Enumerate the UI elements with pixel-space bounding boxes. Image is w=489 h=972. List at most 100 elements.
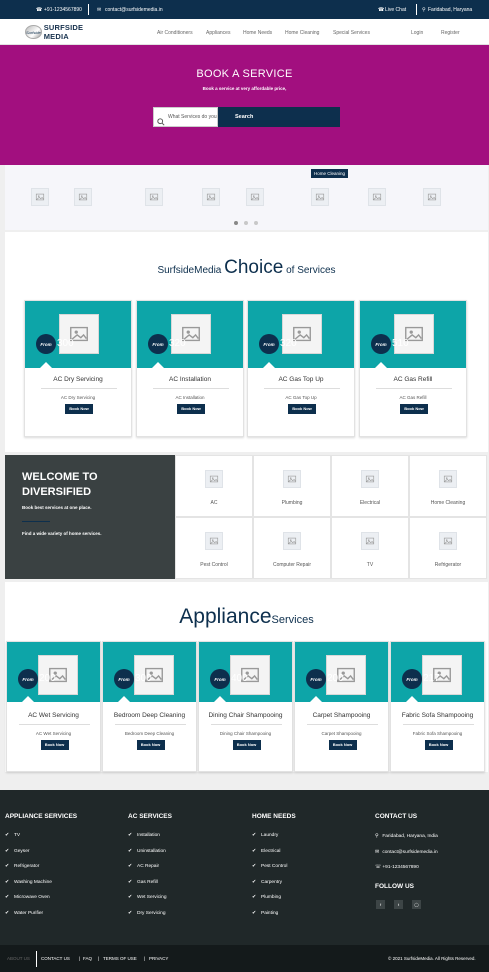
category-tile[interactable]: Home Cleaning: [409, 455, 487, 517]
welcome-divider: [22, 521, 50, 522]
footer-link-text: Washing Machine: [14, 879, 52, 885]
footer-link[interactable]: ✔ AC Repair: [128, 864, 159, 869]
slider-image-icon[interactable]: [423, 188, 441, 206]
slider-image-icon[interactable]: [74, 188, 92, 206]
live-chat-link[interactable]: Live Chat: [385, 7, 406, 13]
footer-link-text: Wet Servicing: [137, 895, 167, 900]
slider-image-icon[interactable]: [311, 188, 329, 206]
category-tile[interactable]: TV: [331, 517, 409, 579]
service-card[interactable]: From 300 Bedroom Deep Cleaning Bedroom Deep…: [102, 641, 197, 772]
category-tile[interactable]: Computer Repair: [253, 517, 331, 579]
book-now-button[interactable]: Book Now: [65, 404, 93, 414]
check-icon: ✔: [128, 895, 133, 900]
footer-link[interactable]: ✔ TV: [5, 833, 20, 838]
bottom-terms-link[interactable]: TERMS OF USE: [103, 956, 137, 961]
footer-col2-title: AC SERVICES: [128, 813, 172, 820]
category-tile[interactable]: Refrigerator: [409, 517, 487, 579]
footer-link[interactable]: ✔ Microwave Oven: [5, 895, 50, 900]
footer-link[interactable]: ✔ Plumbing: [252, 895, 281, 900]
footer-link-text: Painting: [261, 910, 279, 916]
slider-dot-1[interactable]: [234, 221, 238, 225]
footer-link[interactable]: ✔ Painting: [252, 911, 278, 916]
card-price: 217: [423, 673, 440, 684]
footer-link[interactable]: ✔ Washing Machine: [5, 880, 52, 885]
category-tile[interactable]: AC: [175, 455, 253, 517]
book-now-button[interactable]: Book Now: [136, 740, 165, 750]
twitter-icon[interactable]: t: [394, 900, 403, 909]
nav-special-services[interactable]: Special Services: [333, 30, 370, 36]
card-pointer: [152, 362, 164, 368]
category-image-icon: [205, 470, 223, 488]
nav-home-needs[interactable]: Home Needs: [243, 30, 272, 36]
bottom-faq-link[interactable]: FAQ: [83, 956, 92, 961]
slider-dot-2[interactable]: [244, 221, 248, 225]
instagram-icon[interactable]: ◯: [412, 900, 421, 909]
book-now-button[interactable]: Book Now: [328, 740, 357, 750]
footer-follow-title: FOLLOW US: [375, 883, 414, 890]
welcome-title-1: WELCOME TO: [22, 471, 98, 483]
service-card[interactable]: From 320 AC Installation AC Installation Boo…: [136, 300, 244, 437]
footer-link[interactable]: ✔ Electrical: [252, 849, 280, 854]
footer-link-text: Pest Control: [261, 864, 288, 869]
card-title: AC Wet Servicing: [28, 712, 79, 719]
footer-link[interactable]: ✔ Water Purifier: [5, 911, 43, 916]
slider-image-icon[interactable]: [31, 188, 49, 206]
footer-link[interactable]: ✔ Carpentry: [252, 880, 282, 885]
footer-link[interactable]: ✔ Refrigerator: [5, 864, 39, 869]
footer-link[interactable]: ✔ Geyser: [5, 849, 29, 854]
book-now-button[interactable]: Book Now: [40, 740, 69, 750]
footer-link[interactable]: ✔ Pest Control: [252, 864, 287, 869]
service-card[interactable]: From 300 AC Dry Servicing AC Dry Servicing B…: [24, 300, 132, 437]
slider-image-icon[interactable]: [202, 188, 220, 206]
top-email[interactable]: contact@surfsidemedia.in: [105, 7, 163, 13]
site-logo[interactable]: Surfside SURFSIDE MEDIA: [25, 23, 100, 41]
category-image-icon: [283, 470, 301, 488]
service-card[interactable]: From 200 Carpet Shampooing Carpet Shampooin…: [294, 641, 389, 772]
footer-link[interactable]: ✔ Dry Servicing: [128, 911, 166, 916]
category-label: TV: [366, 562, 374, 568]
book-now-button[interactable]: Book Now: [288, 404, 316, 414]
facebook-icon[interactable]: f: [376, 900, 385, 909]
slider-image-icon[interactable]: [368, 188, 386, 206]
bottom-about-link[interactable]: ABOUT US: [7, 956, 30, 961]
location-icon: ⚲: [375, 834, 379, 839]
book-now-button[interactable]: Book Now: [424, 740, 453, 750]
footer-link-text: Uninstallation: [137, 848, 166, 854]
footer-link[interactable]: ✔ Uninstallation: [128, 849, 166, 854]
book-now-button[interactable]: Book Now: [400, 404, 428, 414]
search-button[interactable]: Search: [218, 107, 340, 127]
footer-link[interactable]: ✔ Installation: [128, 833, 160, 838]
book-now-button[interactable]: Book Now: [232, 740, 261, 750]
nav-home-cleaning[interactable]: Home Cleaning: [285, 30, 319, 36]
footer-link[interactable]: ✔ Laundry: [252, 833, 278, 838]
nav-air-conditioners[interactable]: Air Conditioners: [157, 30, 193, 36]
footer-link[interactable]: ✔ Gas Refill: [128, 880, 158, 885]
footer-link-text: AC Repair: [137, 864, 160, 869]
bottom-privacy-link[interactable]: PRIVACY: [149, 956, 168, 961]
footer-link-text: Laundry: [261, 833, 279, 838]
login-link[interactable]: Login: [411, 30, 423, 36]
nav-appliances[interactable]: Appliances: [206, 30, 230, 36]
check-icon: ✔: [128, 879, 133, 885]
book-now-button[interactable]: Book Now: [177, 404, 205, 414]
service-card[interactable]: From 510 AC Gas Refill AC Gas Refill Book No…: [359, 300, 467, 437]
register-link[interactable]: Register: [441, 30, 460, 36]
slider-image-icon[interactable]: [145, 188, 163, 206]
from-badge: From: [371, 334, 391, 354]
card-title: AC Gas Top Up: [278, 376, 324, 383]
category-tile[interactable]: Electrical: [331, 455, 409, 517]
slider-image-icon[interactable]: [246, 188, 264, 206]
category-tile[interactable]: Plumbing: [253, 455, 331, 517]
service-card[interactable]: From 217 Fabric Sofa Shampooing Fabric Sofa…: [390, 641, 485, 772]
service-card[interactable]: From 320 AC Gas Top Up AC Gas Top Up Book No…: [247, 300, 355, 437]
service-card[interactable]: From 200 AC Wet Servicing AC Wet Servicing B…: [6, 641, 101, 772]
footer-email[interactable]: ✉ contact@surfsidemedia.in: [375, 850, 438, 855]
category-tile[interactable]: Pest Control: [175, 517, 253, 579]
footer-col1-title: APPLIANCE SERVICES: [5, 813, 78, 820]
slider-dot-3[interactable]: [254, 221, 258, 225]
footer-link[interactable]: ✔ Wet Servicing: [128, 895, 167, 900]
service-card[interactable]: From 400 Dining Chair Shampooing Dining Cha…: [198, 641, 293, 772]
check-icon: ✔: [5, 848, 10, 854]
category-label: AC: [210, 500, 218, 506]
bottom-contact-link[interactable]: CONTACT US: [41, 956, 70, 961]
